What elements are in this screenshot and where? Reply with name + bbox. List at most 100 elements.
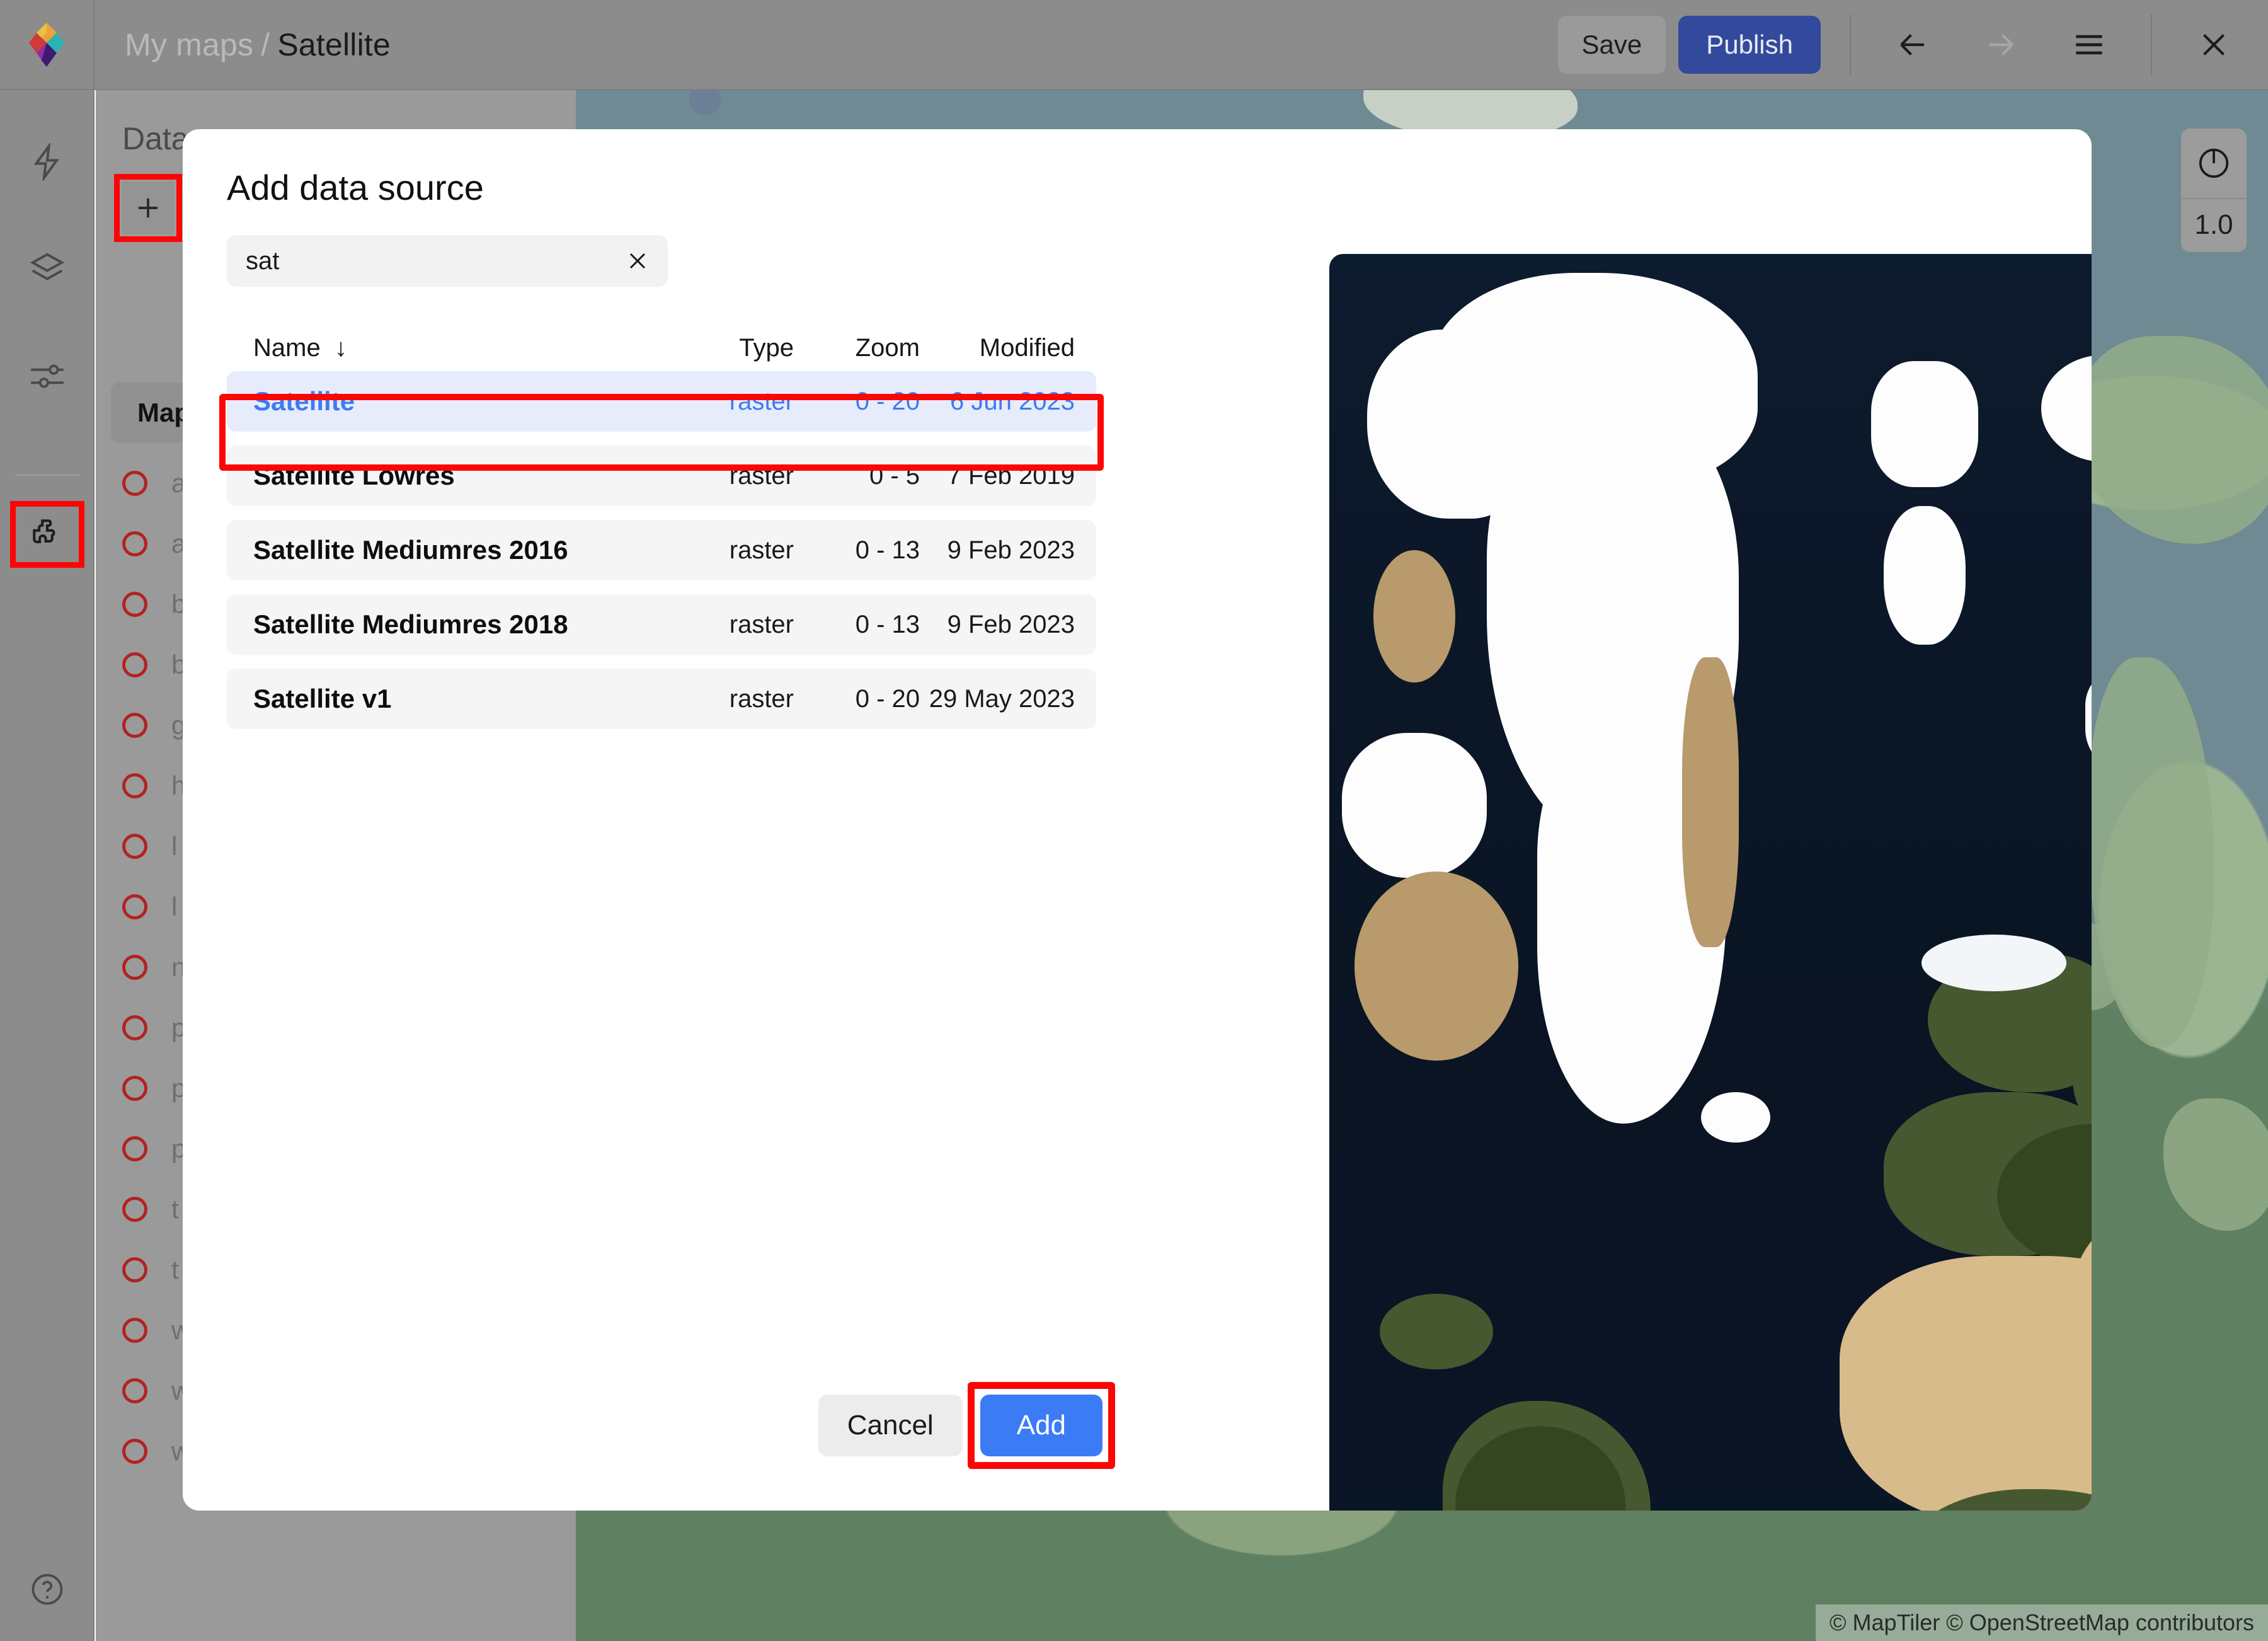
arrow-left-icon xyxy=(1893,25,1932,64)
dialog-left-pane: Add data source sat Name ↓ Type Zoom xyxy=(183,129,1147,1511)
bolt-icon xyxy=(28,143,66,181)
table-row[interactable]: Satellite Mediumres 2016raster0 - 139 Fe… xyxy=(227,520,1096,580)
maptiler-logo-icon xyxy=(29,21,64,68)
circle-marker-icon xyxy=(122,1197,147,1222)
app-logo[interactable] xyxy=(0,0,94,89)
circle-marker-icon xyxy=(122,471,147,496)
column-header-modified[interactable]: Modified xyxy=(920,334,1089,362)
compass-button[interactable] xyxy=(2181,129,2247,199)
close-icon xyxy=(624,247,651,275)
map-zoom-widget[interactable]: 1.0 xyxy=(2181,129,2247,252)
rail-item-settings[interactable] xyxy=(14,343,80,409)
circle-marker-icon xyxy=(122,1318,147,1343)
cell-modified: 9 Feb 2023 xyxy=(920,536,1089,565)
layers-icon xyxy=(28,250,67,289)
breadcrumb: My maps/Satellite xyxy=(125,26,391,63)
column-header-zoom[interactable]: Zoom xyxy=(794,334,920,362)
circle-marker-icon xyxy=(122,1439,147,1464)
cell-type: raster xyxy=(668,462,794,490)
dialog-actions: Cancel Add xyxy=(183,1395,1147,1456)
breadcrumb-separator: / xyxy=(253,27,277,62)
search-input[interactable]: sat xyxy=(227,235,668,287)
circle-marker-icon xyxy=(122,834,147,859)
rail-item-data-sources-highlight xyxy=(10,501,84,568)
hamburger-menu-icon xyxy=(2070,25,2109,64)
table-row[interactable]: Satelliteraster0 - 206 Jun 2023 xyxy=(227,371,1096,432)
column-header-type[interactable]: Type xyxy=(668,334,794,362)
circle-marker-icon xyxy=(122,955,147,980)
circle-marker-icon xyxy=(122,1076,147,1101)
table-row[interactable]: Satellite Lowresraster0 - 57 Feb 2019 xyxy=(227,446,1096,506)
column-header-name-label: Name xyxy=(253,334,321,362)
cell-type: raster xyxy=(668,388,794,416)
circle-marker-icon xyxy=(122,652,147,677)
circle-marker-icon xyxy=(122,592,147,617)
map-attribution[interactable]: © MapTiler © OpenStreetMap contributors xyxy=(1816,1604,2268,1641)
circle-marker-icon xyxy=(122,713,147,738)
help-button[interactable] xyxy=(14,1557,80,1622)
sliders-icon xyxy=(28,357,67,396)
table-header: Name ↓ Type Zoom Modified xyxy=(227,325,1096,371)
cell-zoom: 0 - 13 xyxy=(794,611,920,639)
dialog-title: Add data source xyxy=(227,167,484,208)
add-button[interactable]: Add xyxy=(980,1395,1102,1456)
breadcrumb-current: Satellite xyxy=(277,27,391,62)
toolbar-divider-1 xyxy=(1850,14,1851,75)
add-data-source-highlight xyxy=(114,174,182,242)
save-button[interactable]: Save xyxy=(1558,16,1666,74)
list-item-label: t xyxy=(171,1194,179,1224)
arrow-right-icon xyxy=(1981,25,2020,64)
cell-type: raster xyxy=(668,536,794,565)
cancel-button[interactable]: Cancel xyxy=(818,1395,963,1456)
toolbar-divider-2 xyxy=(2151,14,2152,75)
add-data-source-dialog: Add data source sat Name ↓ Type Zoom xyxy=(183,129,2092,1511)
circle-marker-icon xyxy=(122,1257,147,1282)
publish-button[interactable]: Publish xyxy=(1678,16,1821,74)
search-clear-button[interactable] xyxy=(622,246,653,276)
cell-name: Satellite v1 xyxy=(227,684,668,714)
breadcrumb-parent[interactable]: My maps xyxy=(125,27,253,62)
arrow-down-icon: ↓ xyxy=(328,334,347,362)
search-input-value: sat xyxy=(246,247,622,275)
cell-name: Satellite Mediumres 2016 xyxy=(227,535,668,565)
cell-modified: 29 May 2023 xyxy=(920,685,1089,713)
forward-button[interactable] xyxy=(1968,12,2034,78)
rail-divider xyxy=(14,475,80,476)
circle-marker-icon xyxy=(122,894,147,919)
table-row[interactable]: Satellite v1raster0 - 2029 May 2023 xyxy=(227,669,1096,729)
zoom-level-value: 1.0 xyxy=(2181,199,2247,251)
column-header-name[interactable]: Name ↓ xyxy=(227,334,668,362)
circle-marker-icon xyxy=(122,1378,147,1403)
rail-item-layers[interactable] xyxy=(14,236,80,302)
top-bar-actions: Save Publish xyxy=(1558,0,2268,89)
panel-title: Data xyxy=(122,120,189,157)
cell-name: Satellite Mediumres 2018 xyxy=(227,609,668,640)
menu-button[interactable] xyxy=(2056,12,2122,78)
list-item-label: l xyxy=(171,892,177,922)
cell-type: raster xyxy=(668,611,794,639)
circle-marker-icon xyxy=(122,1136,147,1161)
add-button-wrap: Add xyxy=(980,1395,1102,1456)
app-root: My maps/Satellite Save Publish xyxy=(0,0,2268,1641)
rail-item-quick-styles[interactable] xyxy=(14,129,80,195)
top-bar: My maps/Satellite Save Publish xyxy=(0,0,2268,90)
cell-modified: 6 Jun 2023 xyxy=(920,388,1089,416)
back-button[interactable] xyxy=(1880,12,1945,78)
close-icon xyxy=(2194,25,2233,64)
cell-modified: 9 Feb 2023 xyxy=(920,611,1089,639)
cell-zoom: 0 - 20 xyxy=(794,388,920,416)
close-editor-button[interactable] xyxy=(2181,12,2247,78)
circle-marker-icon xyxy=(122,1015,147,1040)
cell-zoom: 0 - 13 xyxy=(794,536,920,565)
left-rail xyxy=(0,90,94,1641)
question-circle-icon xyxy=(28,1570,66,1608)
cell-zoom: 0 - 20 xyxy=(794,685,920,713)
table-row[interactable]: Satellite Mediumres 2018raster0 - 139 Fe… xyxy=(227,594,1096,655)
cell-name: Satellite Lowres xyxy=(227,461,668,491)
cell-type: raster xyxy=(668,685,794,713)
circle-marker-icon xyxy=(122,531,147,556)
compass-icon xyxy=(2195,144,2233,182)
list-item-label: t xyxy=(171,1255,179,1285)
circle-marker-icon xyxy=(122,773,147,798)
table-body: Satelliteraster0 - 206 Jun 2023 Satellite… xyxy=(227,371,1096,729)
